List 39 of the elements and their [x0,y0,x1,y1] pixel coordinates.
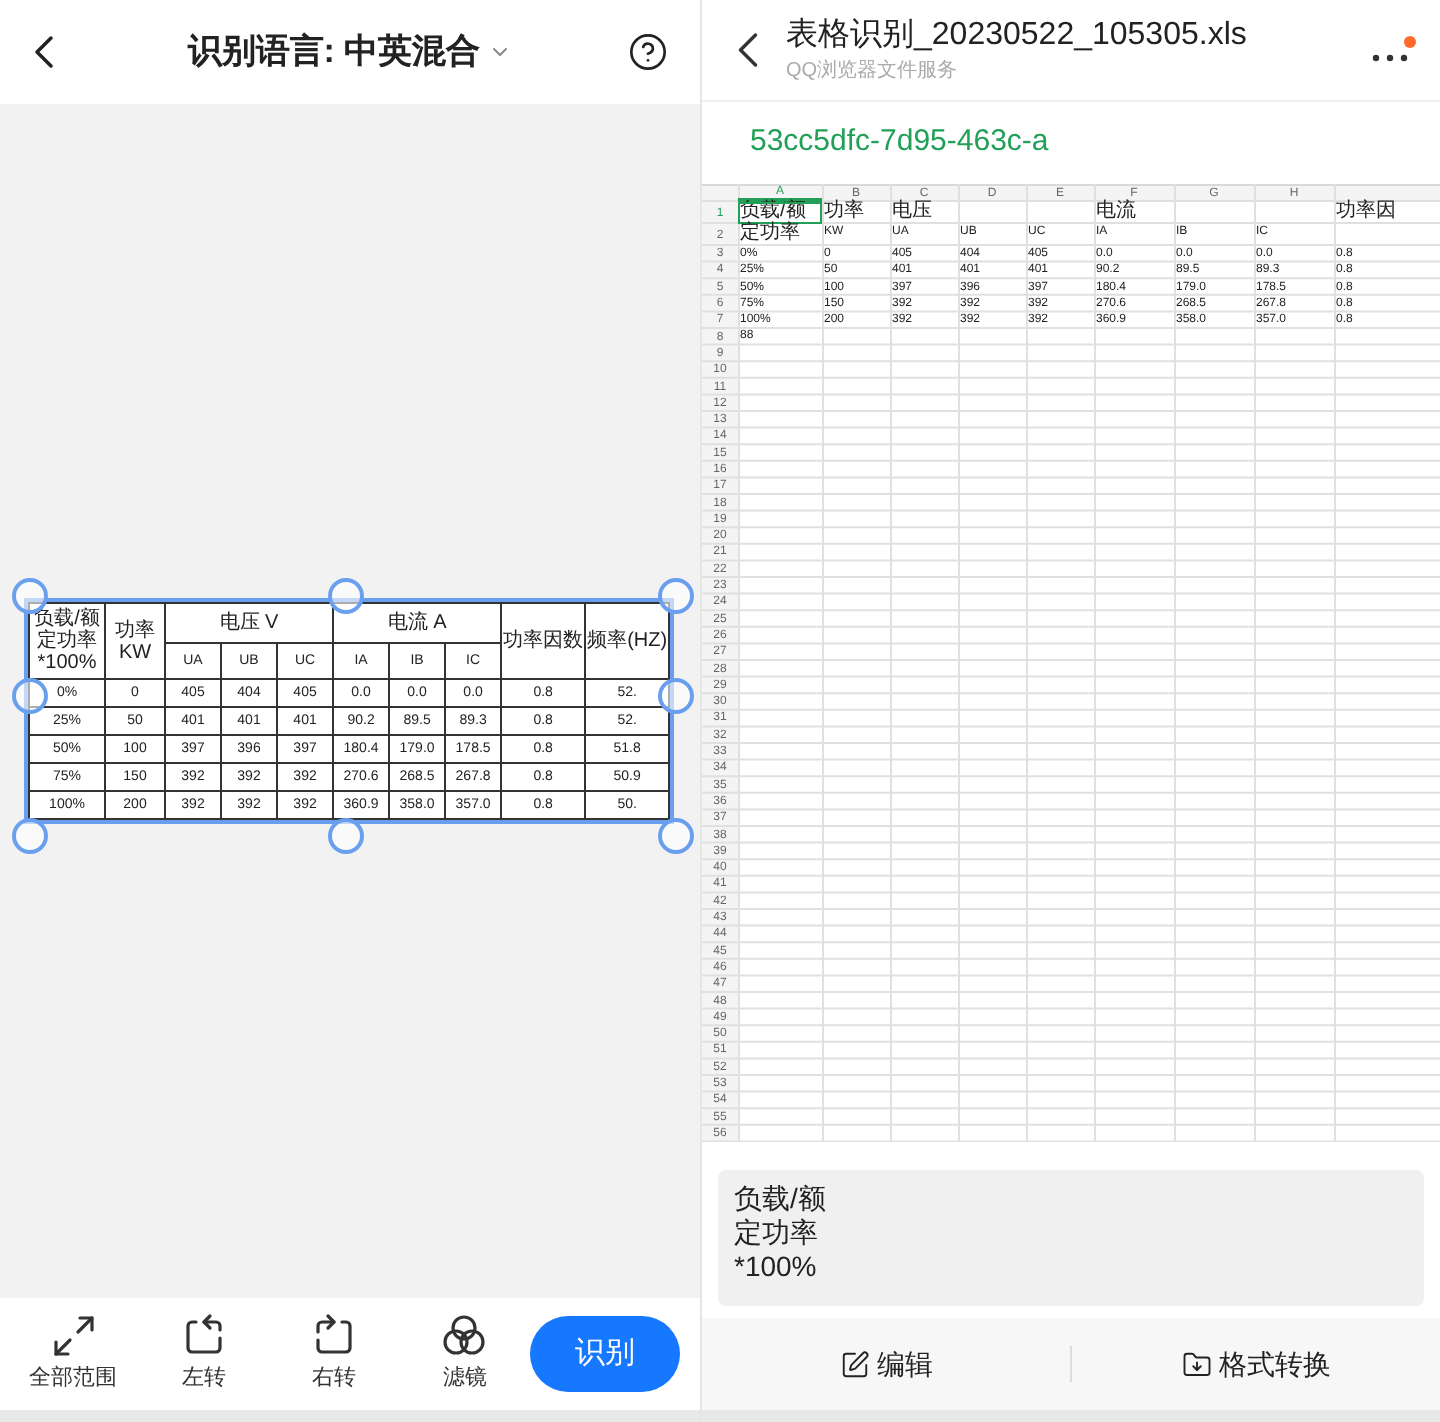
sheet-cell[interactable]: 功率因 [1334,202,1440,224]
tool-button[interactable]: 全部范围 [8,1312,139,1396]
sheet-cell[interactable]: 定功率 [738,224,822,246]
cell-preview-line: *100% [734,1250,819,1284]
table-cell: 电压 V [165,603,334,643]
filter-icon [440,1312,489,1361]
table-cell: 负载/额定功率*100% [29,603,105,679]
table-cell: 电流 A [333,603,502,643]
crop-handle[interactable] [12,818,48,854]
crop-handle[interactable] [658,818,695,854]
table-cell: 功率 KW [105,603,165,679]
crop-handle[interactable] [658,578,695,614]
edit-button[interactable]: 编辑 [702,1343,1070,1385]
help-icon[interactable] [628,32,668,72]
convert-button[interactable]: 格式转换 [1072,1343,1440,1385]
recognize-button[interactable]: 识别 [530,1316,680,1392]
tool-button[interactable]: 滤镜 [399,1312,531,1396]
folder-download-icon [1181,1349,1211,1379]
tool-button[interactable]: 右转 [269,1312,400,1396]
edit-icon [839,1349,869,1379]
sheet-cell[interactable]: 电压 [890,202,958,224]
language-selector[interactable]: 识别语言: 中英混合 [187,26,481,78]
table-cell: 功率因数 [501,603,586,679]
file-source: QQ浏览器文件服务 [786,57,960,85]
file-title: 表格识别_20230522_105305.xls [786,15,1249,55]
crop-handle[interactable] [328,818,364,854]
expand-icon [49,1312,98,1361]
sheet-cell[interactable]: 功率 [822,202,890,224]
cell-preview-line: 定功率 [734,1216,820,1250]
more-icon [1372,52,1408,64]
tool-button[interactable]: 左转 [138,1312,270,1396]
crop-handle[interactable] [658,678,695,714]
table-cell: 频率(HZ) [585,603,670,679]
sheet-name: 53cc5dfc-7d95-463c-a [750,122,1049,163]
cell-preview-line: 负载/额 [734,1182,828,1216]
crop-handle[interactable] [328,578,364,614]
crop-handle[interactable] [12,678,48,714]
sheet-cell[interactable]: 电流 [1094,202,1174,224]
more-button[interactable] [1372,36,1416,64]
